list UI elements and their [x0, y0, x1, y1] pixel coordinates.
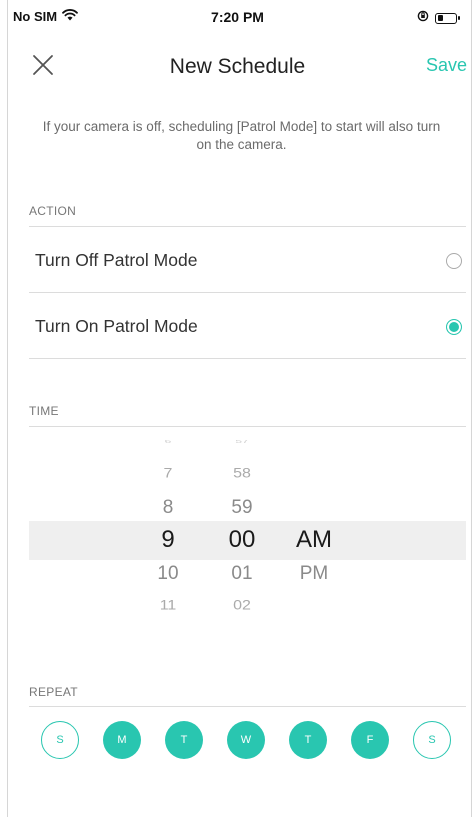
option-label: Turn On Patrol Mode	[35, 316, 198, 336]
divider	[29, 706, 466, 707]
info-notice: If your camera is off, scheduling [Patro…	[42, 119, 441, 152]
period-option[interactable]: AM	[279, 528, 349, 552]
divider	[29, 292, 466, 293]
frame-border-right	[471, 0, 472, 817]
minute-option[interactable]: 58	[207, 467, 277, 481]
frame-border-left	[7, 0, 8, 817]
status-right	[417, 9, 460, 27]
page-title: New Schedule	[169, 55, 306, 78]
hour-option[interactable]: 11	[133, 599, 203, 613]
time-picker[interactable]: 6789101112 57585900010203 AMPM	[29, 440, 466, 624]
section-label-repeat: REPEAT	[29, 685, 78, 699]
status-bar: No SIM 7:20 PM	[0, 0, 475, 34]
minute-option[interactable]: 57	[207, 440, 277, 444]
hour-option[interactable]: 6	[133, 440, 203, 444]
day-saturday-button[interactable]: S	[413, 721, 451, 759]
radio-button[interactable]	[446, 319, 462, 335]
section-label-time: TIME	[29, 404, 59, 418]
battery-fill	[437, 15, 443, 21]
minute-option[interactable]: 01	[207, 564, 277, 583]
nav-header: New Schedule Save	[0, 34, 475, 94]
hour-option[interactable]: 9	[133, 528, 203, 552]
day-tuesday-button[interactable]: T	[165, 721, 203, 759]
divider	[29, 426, 466, 427]
battery-icon	[435, 12, 460, 24]
day-wednesday-button[interactable]: W	[227, 721, 265, 759]
radio-button[interactable]	[446, 253, 462, 269]
option-turn-off-patrol[interactable]: Turn Off Patrol Mode	[29, 229, 466, 293]
day-monday-button[interactable]: M	[103, 721, 141, 759]
minute-option[interactable]: 00	[207, 528, 277, 552]
divider	[29, 226, 466, 227]
save-button[interactable]: Save	[426, 55, 467, 76]
hour-option[interactable]: 10	[133, 564, 203, 583]
hour-option[interactable]: 8	[133, 498, 203, 517]
day-sunday-button[interactable]: S	[41, 721, 79, 759]
divider	[29, 358, 466, 359]
period-option[interactable]: PM	[279, 564, 349, 583]
day-thursday-button[interactable]: T	[289, 721, 327, 759]
repeat-days: SMTWTFS	[29, 721, 466, 765]
status-time: 7:20 PM	[211, 9, 264, 25]
day-friday-button[interactable]: F	[351, 721, 389, 759]
orientation-lock-icon	[417, 9, 429, 27]
option-turn-on-patrol[interactable]: Turn On Patrol Mode	[29, 295, 466, 359]
minute-option[interactable]: 02	[207, 599, 277, 613]
hour-option[interactable]: 7	[133, 467, 203, 481]
option-label: Turn Off Patrol Mode	[35, 250, 198, 270]
section-label-action: ACTION	[29, 204, 77, 218]
minute-option[interactable]: 59	[207, 498, 277, 517]
